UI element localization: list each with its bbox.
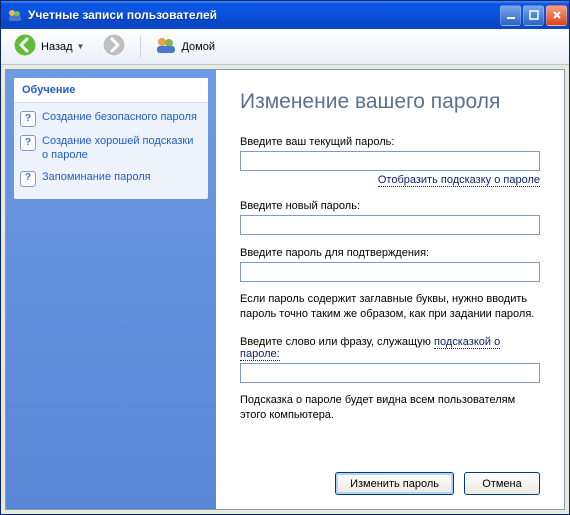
visibility-note: Подсказка о пароле будет видна всем поль… [240,393,540,423]
maximize-button[interactable] [523,5,544,26]
page-title: Изменение вашего пароля [240,90,540,114]
forward-button[interactable] [96,31,132,62]
back-button[interactable]: Назад ▼ [7,31,90,62]
sidebar-heading: Обучение [14,78,208,103]
change-password-button[interactable]: Изменить пароль [335,472,454,495]
toolbar-separator [140,36,141,58]
sidebar-item-label: Создание безопасного пароля [42,111,197,125]
app-icon [7,7,23,23]
back-label: Назад [41,41,73,53]
caps-note: Если пароль содержит заглавные буквы, ну… [240,292,540,322]
confirm-password-label: Введите пароль для подтверждения: [240,247,540,259]
close-button[interactable] [546,5,567,26]
current-password-label: Введите ваш текущий пароль: [240,136,540,148]
current-password-input[interactable] [240,151,540,171]
sidebar: Обучение ? Создание безопасного пароля ?… [6,70,216,509]
sidebar-item-label: Создание хорошей подсказки о пароле [42,135,202,163]
minimize-button[interactable] [500,5,521,26]
show-hint-link[interactable]: Отобразить подсказку о пароле [378,174,540,187]
hint-label: Введите слово или фразу, служащую подска… [240,336,540,360]
new-password-input[interactable] [240,215,540,235]
sidebar-item-good-hint[interactable]: ? Создание хорошей подсказки о пароле [20,131,202,167]
back-icon [13,33,37,60]
confirm-password-input[interactable] [240,262,540,282]
window-frame: Учетные записи пользователей Назад [0,0,570,515]
titlebar[interactable]: Учетные записи пользователей [1,1,569,29]
help-icon: ? [20,111,36,127]
sidebar-panel: Обучение ? Создание безопасного пароля ?… [14,78,208,199]
new-password-label: Введите новый пароль: [240,200,540,212]
hint-input[interactable] [240,363,540,383]
help-icon: ? [20,171,36,187]
toolbar: Назад ▼ Домой [1,29,569,65]
users-icon [155,34,177,59]
sidebar-item-label: Запоминание пароля [42,171,151,185]
cancel-button[interactable]: Отмена [464,472,540,495]
sidebar-item-secure-password[interactable]: ? Создание безопасного пароля [20,107,202,131]
sidebar-item-remember-password[interactable]: ? Запоминание пароля [20,167,202,191]
window-title: Учетные записи пользователей [28,8,500,22]
chevron-down-icon: ▼ [77,42,85,51]
home-label: Домой [181,41,215,53]
button-row: Изменить пароль Отмена [240,462,540,495]
home-button[interactable]: Домой [149,32,221,61]
help-icon: ? [20,135,36,151]
main-content: Изменение вашего пароля Введите ваш теку… [216,70,564,509]
content-body: Обучение ? Создание безопасного пароля ?… [5,69,565,510]
forward-icon [102,33,126,60]
